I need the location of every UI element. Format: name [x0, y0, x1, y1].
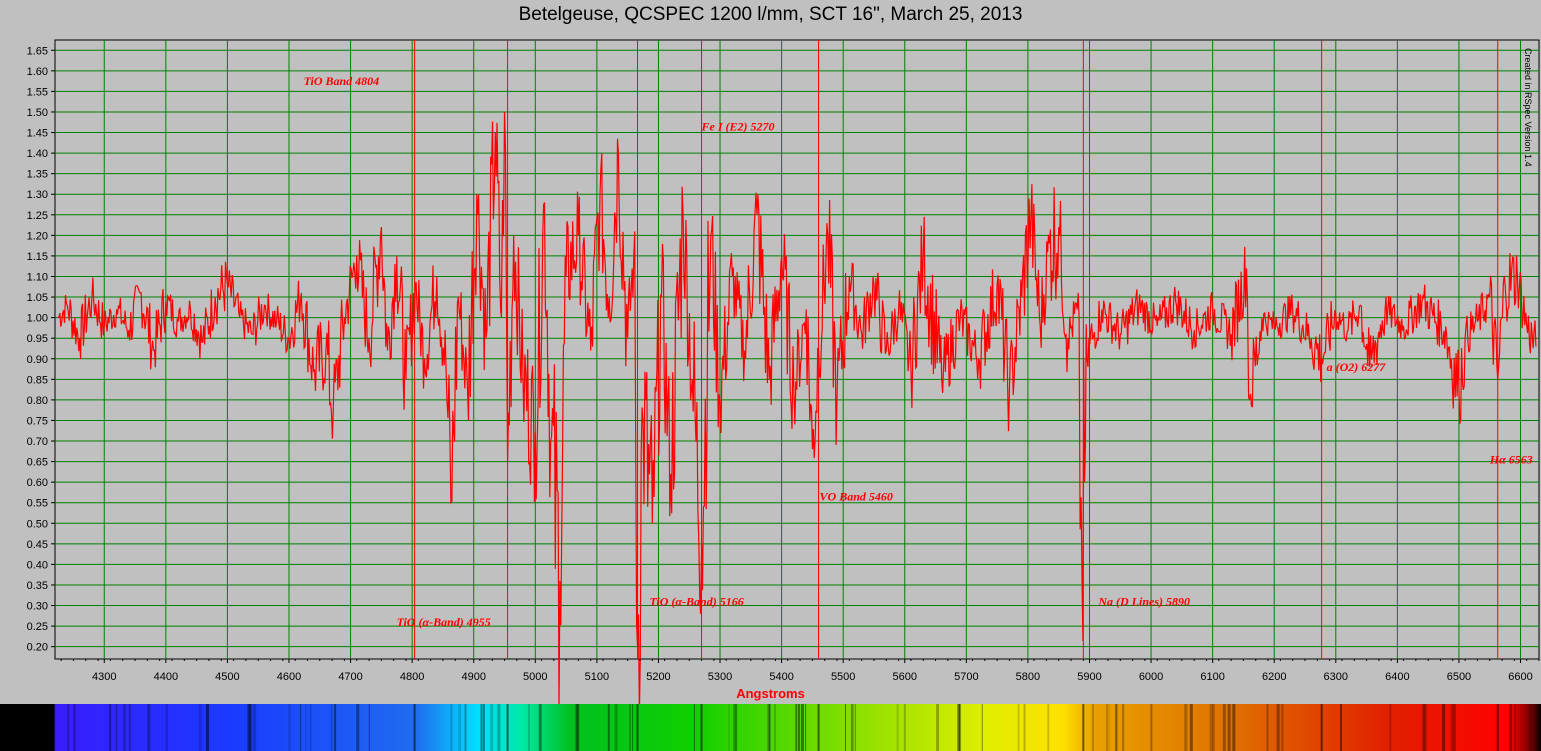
y-tick-label: 1.30 — [27, 189, 48, 201]
x-tick-label: 4300 — [92, 671, 116, 683]
annotation-label: TiO Band 4804 — [304, 74, 380, 88]
y-tick-label: 0.65 — [27, 457, 48, 469]
y-tick-label: 1.60 — [27, 66, 48, 78]
annotation-label: TiO (α-Band) 4955 — [397, 615, 491, 629]
annotation-label: a (O2) 6277 — [1327, 360, 1387, 374]
x-tick-label: 5000 — [523, 671, 547, 683]
x-tick-label: 5200 — [646, 671, 670, 683]
x-tick-label: 4600 — [277, 671, 301, 683]
y-tick-label: 1.25 — [27, 210, 48, 222]
y-tick-label: 0.70 — [27, 436, 48, 448]
x-tick-label: 5600 — [893, 671, 917, 683]
x-tick-label: 6000 — [1139, 671, 1163, 683]
x-tick-label: 5100 — [585, 671, 609, 683]
y-tick-label: 1.40 — [27, 148, 48, 160]
x-tick-label: 5500 — [831, 671, 855, 683]
y-tick-label: 0.20 — [27, 642, 48, 654]
x-tick-label: 6500 — [1447, 671, 1471, 683]
x-tick-label: 6100 — [1200, 671, 1224, 683]
annotation-label: Hα 6563 — [1489, 453, 1533, 467]
x-tick-label: 5300 — [708, 671, 732, 683]
x-tick-label: 4800 — [400, 671, 424, 683]
x-tick-label: 5700 — [954, 671, 978, 683]
x-tick-label: 6400 — [1385, 671, 1409, 683]
x-tick-label: 5900 — [1077, 671, 1101, 683]
annotation-label: VO Band 5460 — [820, 490, 893, 504]
x-tick-label: 5400 — [769, 671, 793, 683]
y-tick-label: 1.50 — [27, 107, 48, 119]
y-tick-label: 1.15 — [27, 251, 48, 263]
x-tick-label: 4500 — [215, 671, 239, 683]
y-tick-label: 1.00 — [27, 313, 48, 325]
color-spectrum-strip — [0, 704, 1541, 751]
annotation-label: Na (D Lines) 5890 — [1097, 594, 1190, 608]
annotation-label: Fe I (E2) 5270 — [701, 119, 775, 133]
software-credit: Created in RSpec Version 1.4 — [1523, 48, 1533, 167]
y-tick-label: 1.65 — [27, 45, 48, 57]
y-tick-label: 0.80 — [27, 395, 48, 407]
y-tick-label: 1.55 — [27, 86, 48, 98]
x-tick-label: 5800 — [1016, 671, 1040, 683]
x-tick-label: 6600 — [1508, 671, 1532, 683]
y-tick-label: 1.20 — [27, 230, 48, 242]
y-tick-label: 0.25 — [27, 621, 48, 633]
y-tick-label: 1.45 — [27, 128, 48, 140]
y-tick-label: 0.30 — [27, 601, 48, 613]
x-axis-label: Angstroms — [736, 686, 805, 701]
y-tick-label: 0.75 — [27, 415, 48, 427]
x-tick-label: 6300 — [1324, 671, 1348, 683]
x-tick-label: 6200 — [1262, 671, 1286, 683]
y-tick-label: 0.35 — [27, 580, 48, 592]
x-tick-label: 4400 — [154, 671, 178, 683]
y-tick-label: 1.10 — [27, 271, 48, 283]
y-tick-label: 0.55 — [27, 498, 48, 510]
annotation-label: TiO (α-Band) 5166 — [650, 594, 744, 608]
y-tick-label: 0.90 — [27, 354, 48, 366]
y-tick-label: 0.45 — [27, 539, 48, 551]
x-tick-label: 4900 — [461, 671, 485, 683]
y-tick-label: 0.50 — [27, 518, 48, 530]
spectrum-chart: 0.20 0.25 0.30 0.35 0.40 0.45 0.50 0.55 0.60 0.65… — [27, 39, 1540, 704]
x-tick-label: 4700 — [338, 671, 362, 683]
y-tick-label: 0.60 — [27, 477, 48, 489]
y-tick-label: 0.40 — [27, 559, 48, 571]
y-tick-label: 1.05 — [27, 292, 48, 304]
y-tick-label: 0.85 — [27, 374, 48, 386]
y-tick-label: 1.35 — [27, 169, 48, 181]
y-tick-label: 0.95 — [27, 333, 48, 345]
